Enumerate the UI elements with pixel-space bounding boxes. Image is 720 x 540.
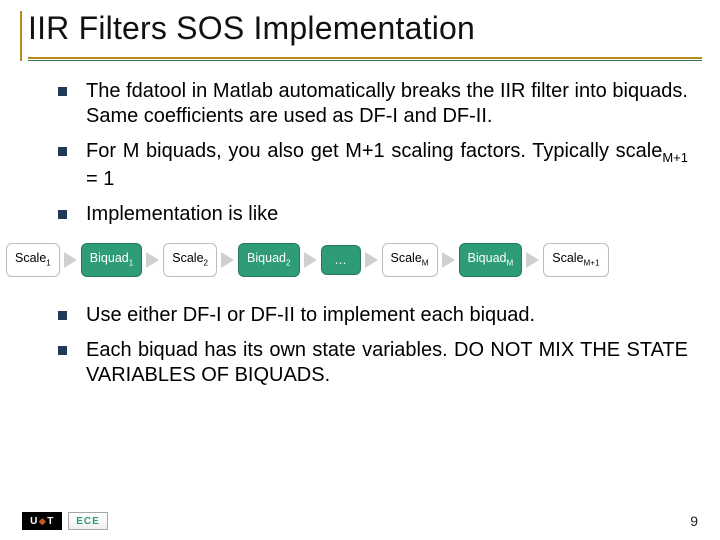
scale-block: ScaleM+1 <box>543 243 608 277</box>
ut-logo-right: T <box>47 516 54 527</box>
page-number: 9 <box>690 513 698 529</box>
arrow-right-icon <box>64 252 77 268</box>
ece-logo: ECE <box>68 512 108 530</box>
footer: U ◆ T ECE 9 <box>0 512 720 530</box>
title-rule-bottom <box>28 60 702 61</box>
content-bottom: Use either DF-I or DF-II to implement ea… <box>0 277 720 389</box>
ut-logo-left: U <box>30 516 38 527</box>
arrow-right-icon <box>304 252 317 268</box>
title-underline <box>28 57 702 61</box>
arrow-right-icon <box>146 252 159 268</box>
bullet-item: Implementation is like <box>58 202 688 227</box>
arrow-right-icon <box>221 252 234 268</box>
arrow-right-icon <box>365 252 378 268</box>
slide-title: IIR Filters SOS Implementation <box>28 10 702 47</box>
biquad-block: Biquad1 <box>81 243 142 277</box>
block-chain: Scale1 Biquad1 Scale2 Biquad2 … ScaleM BiquadM… <box>0 237 720 277</box>
scale-block: ScaleM <box>382 243 438 277</box>
bullet-list-bottom: Use either DF-I or DF-II to implement ea… <box>58 303 688 389</box>
ut-logo: U ◆ T <box>22 512 62 530</box>
title-rule-side <box>20 11 22 61</box>
content-top: The fdatool in Matlab automatically brea… <box>0 61 720 227</box>
arrow-right-icon <box>442 252 455 268</box>
arrow-right-icon <box>526 252 539 268</box>
dots-block: … <box>321 245 361 276</box>
bullet-item: For M biquads, you also get M+1 scaling … <box>58 139 688 192</box>
bullet-list-top: The fdatool in Matlab automatically brea… <box>58 79 688 227</box>
scale-block: Scale1 <box>6 243 60 277</box>
slide: IIR Filters SOS Implementation The fdato… <box>0 0 720 540</box>
biquad-block: BiquadM <box>459 243 523 277</box>
bullet-item: Use either DF-I or DF-II to implement ea… <box>58 303 688 328</box>
scale-block: Scale2 <box>163 243 217 277</box>
title-rule-top <box>28 57 702 59</box>
longhorn-icon: ◆ <box>39 516 46 527</box>
biquad-block: Biquad2 <box>238 243 299 277</box>
bullet-item: The fdatool in Matlab automatically brea… <box>58 79 688 129</box>
bullet-item: Each biquad has its own state variables.… <box>58 338 688 388</box>
title-wrap: IIR Filters SOS Implementation <box>0 0 720 53</box>
logo-group: U ◆ T ECE <box>22 512 108 530</box>
